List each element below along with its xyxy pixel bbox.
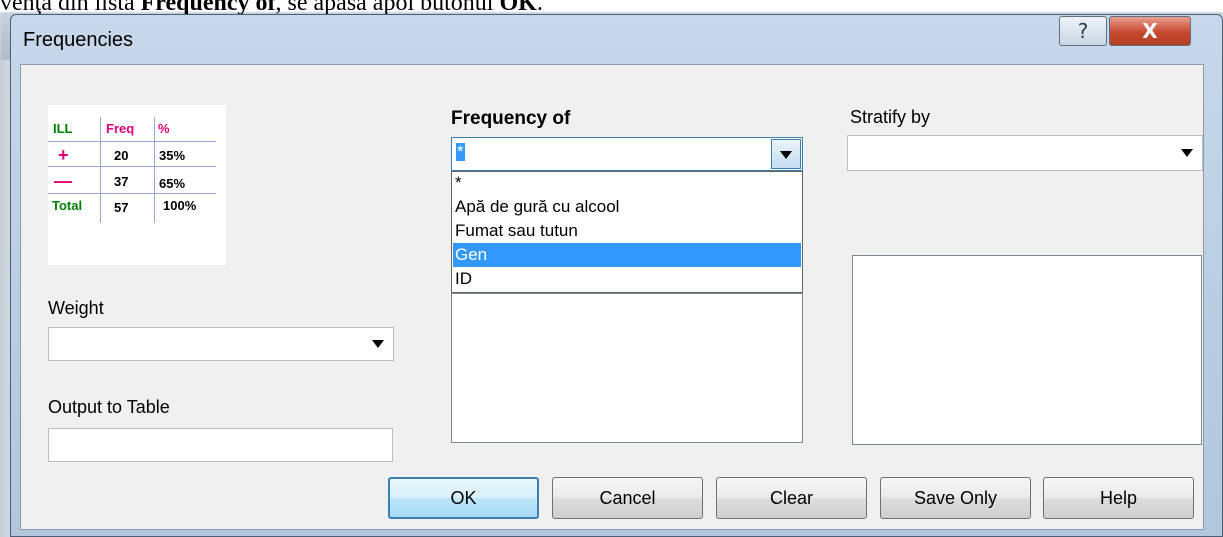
help-title-button[interactable]: ?: [1059, 16, 1107, 46]
pct-cell: 100%: [163, 198, 197, 213]
frequency-table-illustration: ILL Freq % + 20 35% — 37 65% Total 57 10…: [48, 105, 226, 265]
stratify-by-label: Stratify by: [850, 107, 931, 127]
close-button[interactable]: X: [1109, 16, 1191, 46]
dropdown-option-highlighted[interactable]: Gen: [453, 243, 801, 267]
cancel-button[interactable]: Cancel: [552, 477, 703, 519]
table-divider: [154, 117, 155, 223]
save-only-button[interactable]: Save Only: [880, 477, 1031, 519]
pct-header: %: [158, 121, 170, 136]
help-button[interactable]: Help: [1043, 477, 1194, 519]
dropdown-option[interactable]: Apă de gură cu alcool: [453, 195, 801, 219]
freq-cell: 20: [114, 148, 129, 163]
pct-cell: 65%: [159, 176, 186, 191]
frequency-of-dropdown-button[interactable]: [771, 139, 801, 169]
table-divider: [48, 193, 216, 194]
weight-combobox[interactable]: [48, 327, 394, 361]
stratify-by-variables-list[interactable]: [852, 255, 1202, 445]
freq-cell: 57: [114, 200, 129, 215]
chevron-down-icon: [1181, 149, 1193, 157]
dialog-client-area: ILL Freq % + 20 35% — 37 65% Total 57 10…: [20, 64, 1204, 530]
dropdown-option[interactable]: ID: [453, 267, 801, 291]
table-divider: [48, 166, 216, 167]
weight-label: Weight: [48, 298, 104, 318]
frequency-of-combobox[interactable]: *: [451, 137, 803, 171]
chevron-down-icon: [780, 151, 792, 159]
clear-button[interactable]: Clear: [716, 477, 867, 519]
frequency-of-variables-list[interactable]: [451, 293, 803, 443]
minus-label: —: [54, 171, 72, 191]
table-divider: [100, 117, 101, 223]
table-divider: [48, 141, 216, 142]
chevron-down-icon: [372, 340, 384, 348]
dialog-title: Frequencies: [23, 29, 134, 51]
frequency-of-label: Frequency of: [451, 108, 571, 129]
plus-label: +: [58, 145, 69, 165]
ill-header: ILL: [53, 121, 73, 136]
dropdown-option[interactable]: Fumat sau tutun: [453, 219, 801, 243]
dropdown-option[interactable]: *: [453, 173, 801, 195]
ok-button[interactable]: OK: [388, 477, 539, 519]
stratify-by-combobox[interactable]: [847, 135, 1203, 171]
frequency-of-selected-value: *: [456, 142, 465, 161]
freq-header: Freq: [106, 121, 135, 136]
freq-cell: 37: [114, 174, 129, 189]
output-to-table-label: Output to Table: [48, 397, 170, 417]
pct-cell: 35%: [159, 148, 186, 163]
close-icon: X: [1142, 19, 1158, 43]
output-to-table-input[interactable]: [48, 428, 393, 462]
total-label: Total: [52, 198, 83, 213]
frequencies-dialog: Frequencies ? X ILL Freq % + 20 35% — 37…: [10, 14, 1223, 537]
frequency-of-dropdown-list[interactable]: * Apă de gură cu alcool Fumat sau tutun …: [451, 171, 803, 293]
question-mark-icon: ?: [1077, 19, 1089, 43]
